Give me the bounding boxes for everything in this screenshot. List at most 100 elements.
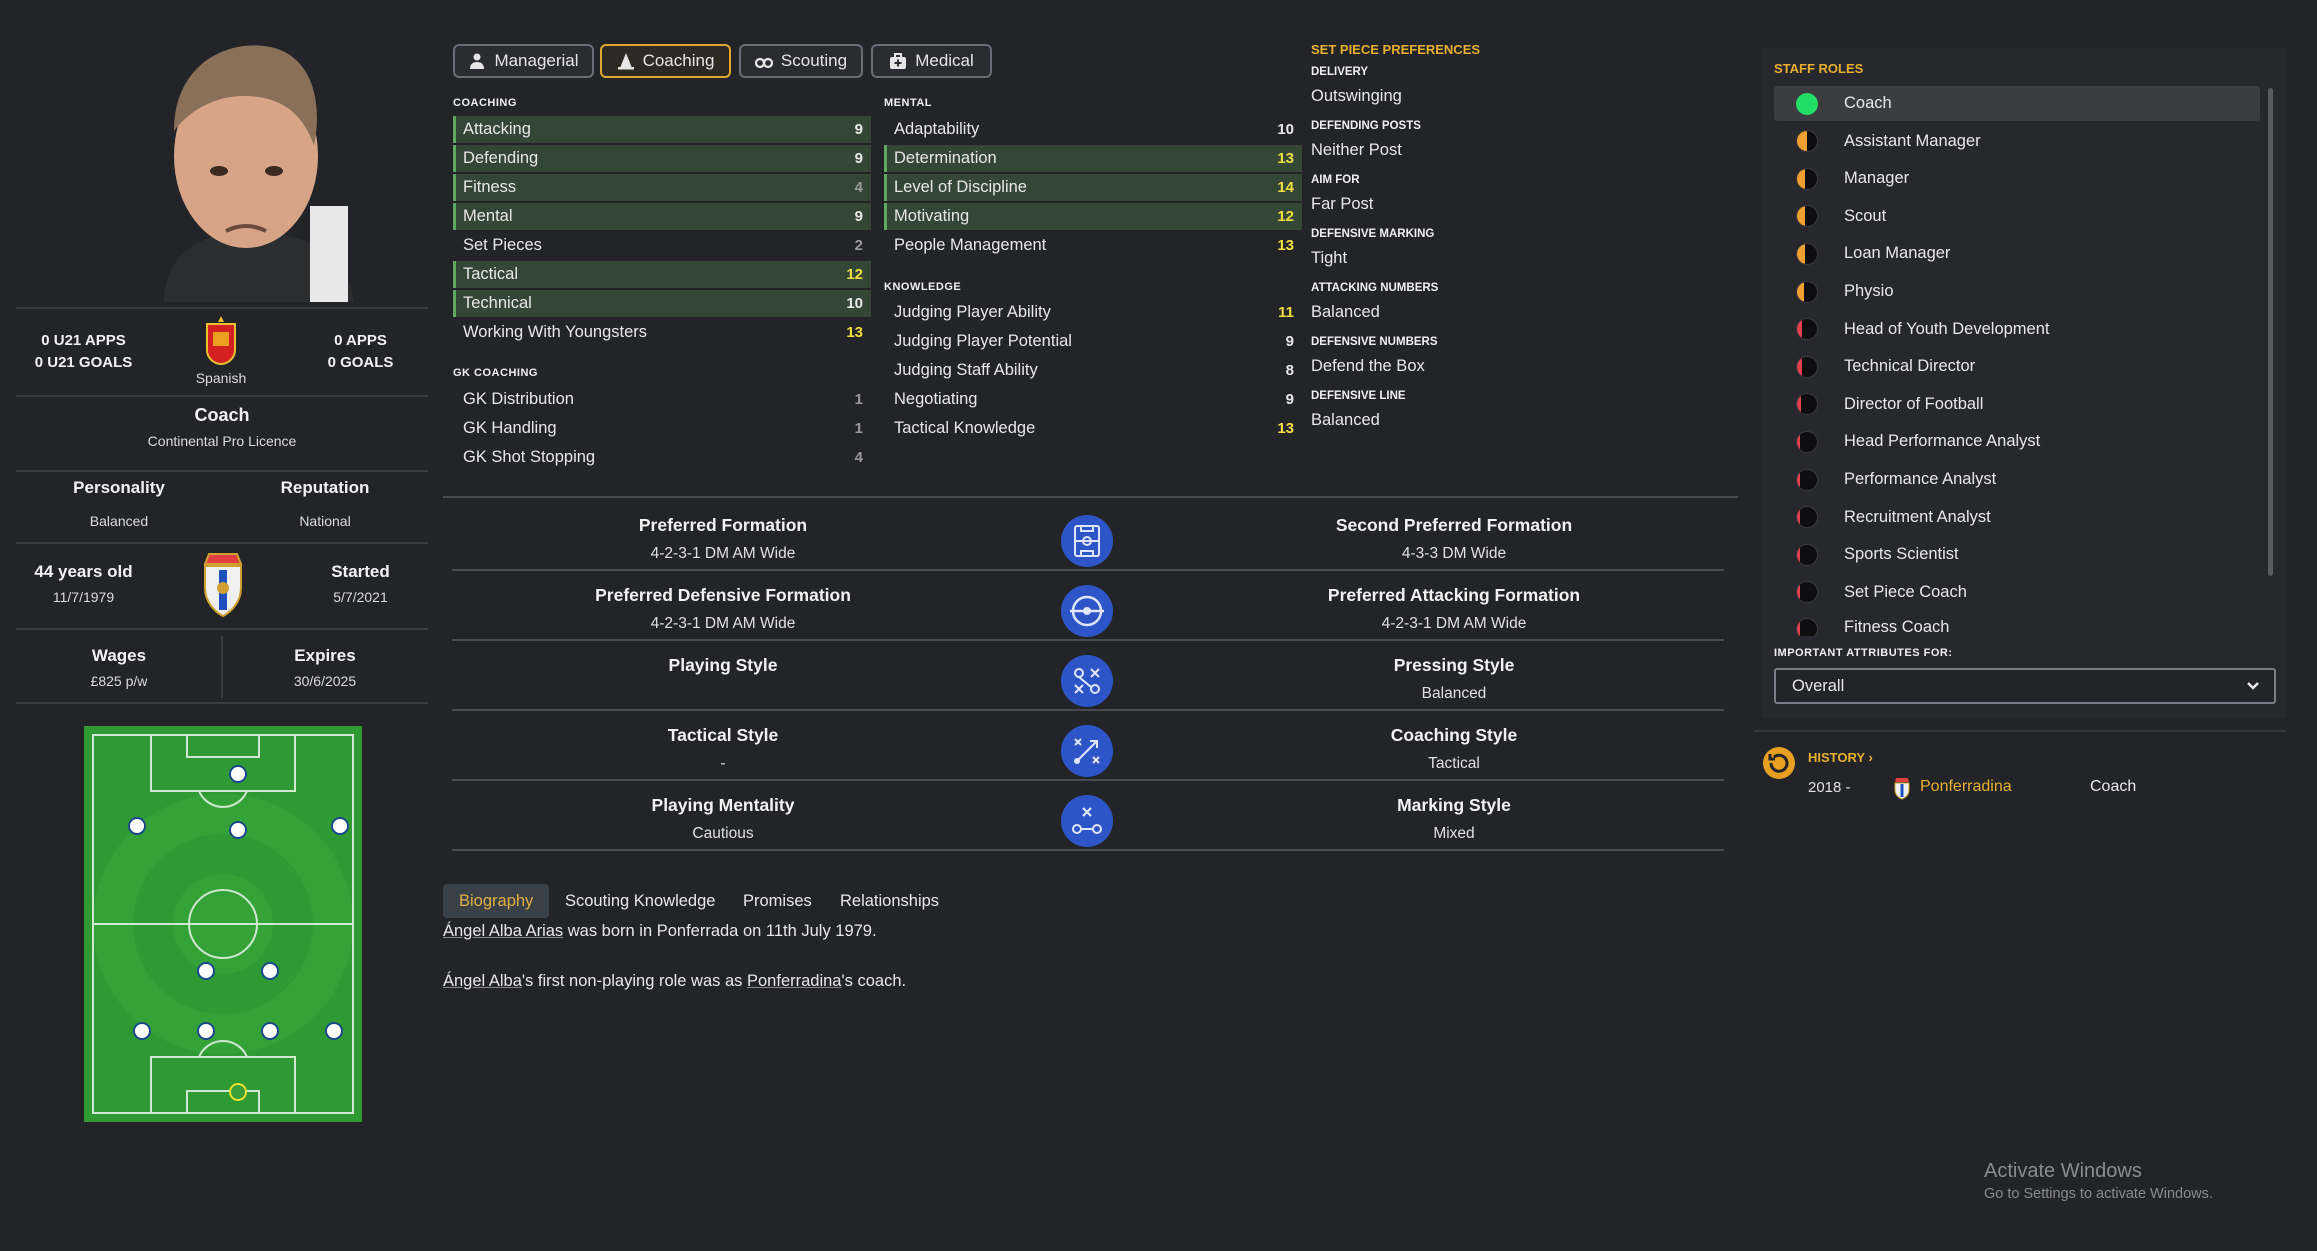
attribute-value: 8 [1285,362,1294,379]
coaching-title: COACHING [453,97,517,109]
attribute-name: Judging Staff Ability [894,361,1038,379]
staff-role-item[interactable]: Recruitment Analyst [1774,500,2260,535]
history-role: Coach [2090,778,2137,795]
attribute-row[interactable]: Adaptability 10 [884,116,1302,143]
attribute-row[interactable]: Judging Player Ability 11 [884,299,1302,326]
wages-label: Wages [91,646,147,665]
chevron-down-icon [2247,682,2259,690]
history-club-link[interactable]: Ponferradina [1920,778,2012,796]
set-piece-label: DELIVERY [1311,66,1369,78]
gk-coaching-title: GK COACHING [453,367,538,379]
staff-photo [134,36,370,302]
role-name: Fitness Coach [1844,618,1950,637]
tab-coaching[interactable]: Coaching [600,44,731,78]
tactics-left-value: 4-2-3-1 DM AM Wide [650,615,796,632]
attribute-value: 1 [854,391,863,408]
attribute-row[interactable]: GK Distribution 1 [453,386,871,413]
role-name: Head of Youth Development [1844,319,2050,338]
started-date: 5/7/2021 [333,589,388,605]
important-attributes-select[interactable]: Overall [1774,668,2276,704]
attribute-row[interactable]: People Management 13 [884,232,1302,259]
attribute-row[interactable]: Defending 9 [453,145,871,172]
attribute-row[interactable]: Determination 13 [884,145,1302,172]
attribute-row[interactable]: GK Handling 1 [453,415,871,442]
history-year: 2018 - [1808,779,1851,796]
tab-scouting[interactable]: Scouting [739,44,863,78]
tactics-right-value: Mixed [1433,825,1475,842]
tab-biography[interactable]: Biography [443,884,550,918]
staff-role-item[interactable]: Scout [1774,199,2260,234]
attribute-row[interactable]: Tactical Knowledge 13 [884,415,1302,442]
tactics-board-icon[interactable] [1061,725,1113,777]
divider [452,639,1724,641]
date-of-birth: 11/7/1979 [52,589,115,605]
tab-managerial[interactable]: Managerial [453,44,594,78]
attribute-row[interactable]: Level of Discipline 14 [884,174,1302,201]
roles-scrollbar[interactable] [2268,88,2273,576]
tab-medical[interactable]: Medical [871,44,992,78]
attribute-row[interactable]: Tactical 12 [453,261,871,288]
staff-role-item[interactable]: Assistant Manager [1774,124,2260,159]
staff-role-item[interactable]: Head of Youth Development [1774,312,2260,347]
attribute-row[interactable]: Fitness 4 [453,174,871,201]
tactics-left-value: Cautious [692,825,754,842]
staff-role-item[interactable]: Loan Manager [1774,236,2260,271]
role-suitability-icon [1796,167,1818,190]
staff-role-item[interactable]: Sports Scientist [1774,537,2260,572]
attribute-row[interactable]: Negotiating 9 [884,386,1302,413]
attribute-value: 10 [846,295,863,312]
attribute-name: Judging Player Ability [894,303,1051,321]
tab-scouting-knowledge[interactable]: Scouting Knowledge [549,884,731,918]
attribute-row[interactable]: Judging Staff Ability 8 [884,357,1302,384]
target-icon[interactable] [1061,585,1113,637]
staff-role-item[interactable]: Physio [1774,274,2260,309]
staff-role-item[interactable]: Performance Analyst [1774,462,2260,497]
role-suitability-icon [1796,355,1818,378]
tab-promises[interactable]: Promises [727,884,828,918]
divider [1754,730,2286,732]
attribute-row[interactable]: Mental 9 [453,203,871,230]
club-link[interactable]: Ponferradina [747,972,841,990]
attribute-row[interactable]: Attacking 9 [453,116,871,143]
role-suitability-icon [1796,506,1818,529]
attribute-row[interactable]: Motivating 12 [884,203,1302,230]
marking-icon[interactable] [1061,795,1113,847]
attribute-name: Attacking [463,120,531,138]
tab-label: Scouting [780,51,848,70]
attribute-name: Motivating [894,207,970,225]
pitch-icon[interactable] [1061,515,1113,567]
attribute-name: Technical [463,294,532,312]
tactics-right-label: Marking Style [1397,795,1511,815]
staff-role-item[interactable]: Set Piece Coach [1774,575,2260,610]
role-name: Assistant Manager [1844,131,1981,150]
attribute-row[interactable]: GK Shot Stopping 4 [453,444,871,471]
staff-role-item[interactable]: Coach [1774,86,2260,121]
attribute-name: Fitness [463,178,517,196]
expires-label: Expires [294,646,356,665]
staff-role-item[interactable]: Fitness Coach [1774,612,2260,637]
attribute-name: Working With Youngsters [463,323,648,341]
staff-role-item[interactable]: Director of Football [1774,387,2260,422]
staff-role-item[interactable]: Head Performance Analyst [1774,424,2260,459]
attribute-row[interactable]: Set Pieces 2 [453,232,871,259]
attribute-value: 4 [854,179,863,196]
role-name: Physio [1844,282,1894,300]
person-link[interactable]: Ángel Alba [443,972,522,990]
tab-relationships[interactable]: Relationships [824,884,955,918]
attribute-row[interactable]: Judging Player Potential 9 [884,328,1302,355]
goals: 0 GOALS [327,354,394,371]
staff-role-item[interactable]: Technical Director [1774,349,2260,384]
attribute-value: 14 [1277,179,1294,196]
tactics-left-value: - [720,755,726,772]
attribute-row[interactable]: Working With Youngsters 13 [453,319,871,346]
staff-roles-title: STAFF ROLES [1774,61,1864,76]
medkit-icon [890,53,907,69]
playing-style-icon[interactable] [1061,655,1113,707]
attribute-row[interactable]: Technical 10 [453,290,871,317]
chevron-right-icon: › [1868,750,1873,765]
activate-windows-subtitle: Go to Settings to activate Windows. [1984,1186,2213,1202]
person-link[interactable]: Ángel Alba Arias [443,922,563,940]
staff-role-item[interactable]: Manager [1774,161,2260,196]
attribute-value: 13 [846,324,863,341]
history-link[interactable]: HISTORY › [1808,750,1873,765]
